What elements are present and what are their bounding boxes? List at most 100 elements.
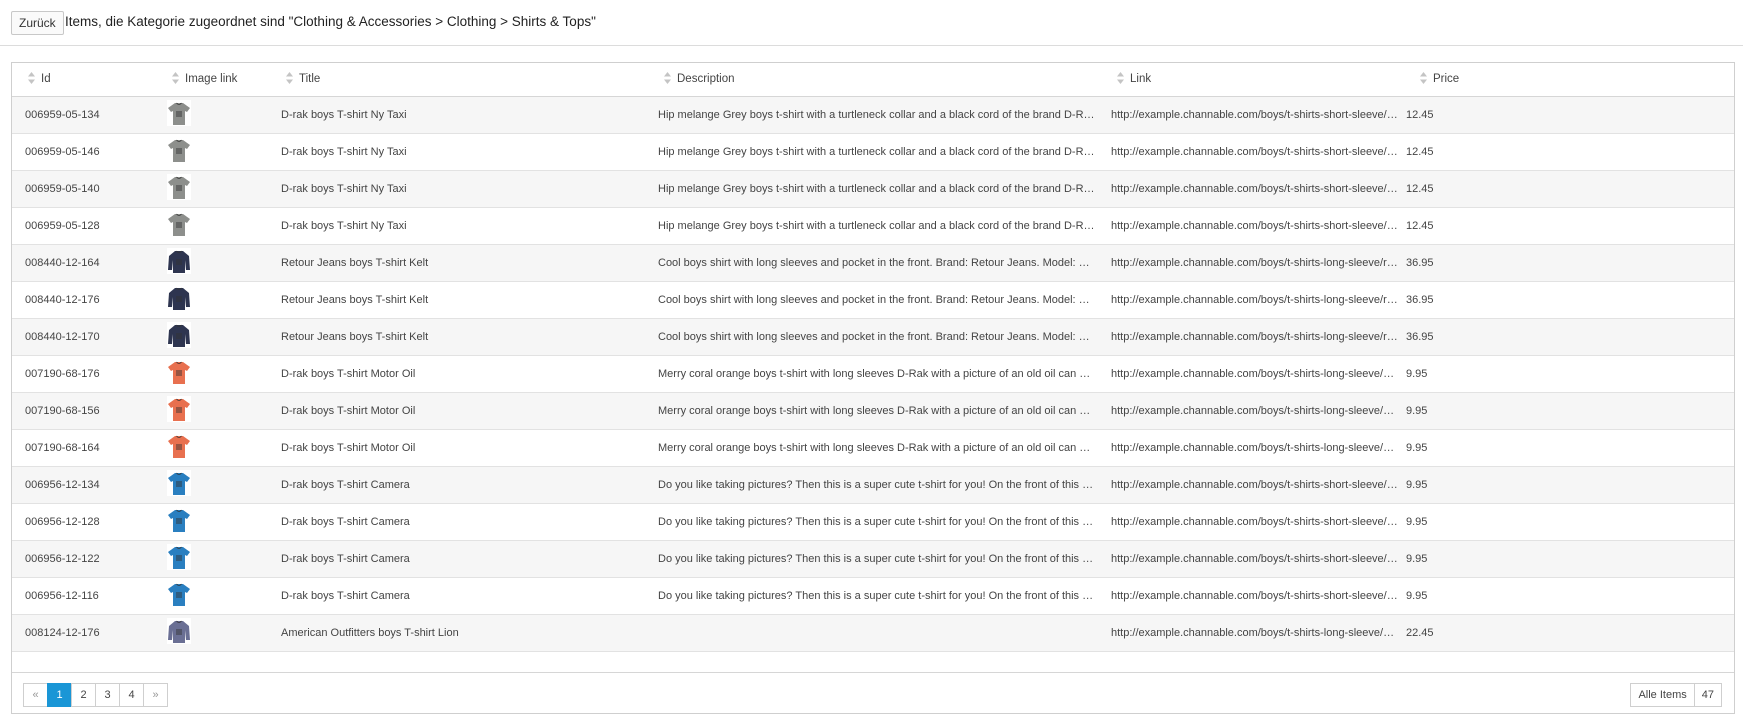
cell-title: D-rak boys T-shirt Camera: [281, 478, 410, 491]
cell-link[interactable]: http://example.channable.com/boys/t-shir…: [1101, 503, 1404, 540]
cell-id: 006956-12-116: [25, 589, 99, 602]
cell-id: 008440-12-176: [25, 293, 100, 306]
sort-icon: [664, 72, 671, 85]
cell-description: Merry coral orange boys t-shirt with lon…: [658, 441, 1101, 454]
cell-description: Do you like taking pictures? Then this i…: [658, 515, 1101, 528]
column-label: Title: [299, 73, 321, 86]
cell-link[interactable]: http://example.channable.com/boys/t-shir…: [1101, 318, 1404, 355]
column-header-image-link[interactable]: Image link: [156, 63, 270, 97]
column-header-description[interactable]: Description: [648, 63, 1101, 97]
table-header-row: Id Image link Title Description Link Pri…: [12, 63, 1734, 97]
cell-link[interactable]: http://example.channable.com/boys/t-shir…: [1101, 429, 1404, 466]
cell-description: Cool boys shirt with long sleeves and po…: [658, 330, 1101, 343]
pagination-prev-button[interactable]: «: [23, 683, 48, 707]
product-thumbnail-icon[interactable]: [167, 248, 191, 274]
back-button[interactable]: Zurück: [11, 11, 64, 35]
product-thumbnail-icon[interactable]: [167, 359, 191, 385]
cell-link[interactable]: http://example.channable.com/boys/t-shir…: [1101, 614, 1404, 651]
pagination-page-4[interactable]: 4: [119, 683, 144, 707]
table-row[interactable]: 006956-12-122 D-rak boys T-shirt Camera Do…: [12, 540, 1734, 577]
cell-id: 006956-12-134: [25, 478, 100, 491]
pagination-next-button[interactable]: »: [143, 683, 168, 707]
column-label: Image link: [185, 73, 238, 86]
product-thumbnail-icon[interactable]: [167, 137, 191, 163]
cell-link[interactable]: http://example.channable.com/boys/t-shir…: [1101, 207, 1404, 244]
table-row[interactable]: 006956-12-134 D-rak boys T-shirt Camera Do…: [12, 466, 1734, 503]
table-row[interactable]: 006956-12-128 D-rak boys T-shirt Camera Do…: [12, 503, 1734, 540]
table-row[interactable]: 008440-12-176 Retour Jeans boys T-shirt K…: [12, 281, 1734, 318]
table-row[interactable]: 006959-05-128 D-rak boys T-shirt Ny Taxi H…: [12, 207, 1734, 244]
table-row[interactable]: 008124-12-176 American Outfitters boys T-…: [12, 614, 1734, 651]
product-thumbnail-icon[interactable]: [167, 322, 191, 348]
cell-title: American Outfitters boys T-shirt Lion: [281, 626, 459, 639]
pagination-page-1[interactable]: 1: [47, 683, 72, 707]
table-row[interactable]: 006959-05-134 D-rak boys T-shirt Ny Taxi H…: [12, 96, 1734, 133]
cell-price: 36.95: [1406, 330, 1434, 343]
all-items-button[interactable]: Alle Items: [1631, 684, 1695, 706]
cell-price: 12.45: [1406, 108, 1434, 121]
cell-image: [156, 614, 270, 651]
page-title: Items, die Kategorie zugeordnet sind "Cl…: [65, 14, 596, 29]
cell-price: 12.45: [1406, 145, 1434, 158]
cell-link[interactable]: http://example.channable.com/boys/t-shir…: [1101, 244, 1404, 281]
cell-link[interactable]: http://example.channable.com/boys/t-shir…: [1101, 540, 1404, 577]
cell-id: 006959-05-146: [25, 145, 100, 158]
items-panel: Id Image link Title Description Link Pri…: [11, 62, 1735, 714]
product-thumbnail-icon[interactable]: [167, 285, 191, 311]
cell-link[interactable]: http://example.channable.com/boys/t-shir…: [1101, 133, 1404, 170]
cell-link[interactable]: http://example.channable.com/boys/t-shir…: [1101, 96, 1404, 133]
pagination-page-3[interactable]: 3: [95, 683, 120, 707]
sort-icon: [1420, 72, 1427, 85]
cell-title: D-rak boys T-shirt Motor Oil: [281, 404, 416, 417]
column-header-id[interactable]: Id: [12, 63, 156, 97]
cell-title: D-rak boys T-shirt Ny Taxi: [281, 145, 407, 158]
cell-price: 9.95: [1406, 404, 1428, 417]
product-thumbnail-icon[interactable]: [167, 507, 191, 533]
column-label: Description: [677, 73, 735, 86]
table-row[interactable]: 008440-12-164 Retour Jeans boys T-shirt K…: [12, 244, 1734, 281]
product-thumbnail-icon[interactable]: [167, 470, 191, 496]
cell-description: [648, 614, 1101, 651]
column-header-link[interactable]: Link: [1101, 63, 1404, 97]
cell-title: Retour Jeans boys T-shirt Kelt: [281, 293, 429, 306]
cell-image: [156, 133, 270, 170]
product-thumbnail-icon[interactable]: [167, 618, 191, 644]
sort-icon: [1117, 72, 1124, 85]
product-thumbnail-icon[interactable]: [167, 396, 191, 422]
cell-link[interactable]: http://example.channable.com/boys/t-shir…: [1101, 170, 1404, 207]
cell-description: Do you like taking pictures? Then this i…: [658, 478, 1101, 491]
table-row[interactable]: 007190-68-156 D-rak boys T-shirt Motor Oi…: [12, 392, 1734, 429]
pagination-page-2[interactable]: 2: [71, 683, 96, 707]
cell-link[interactable]: http://example.channable.com/boys/t-shir…: [1101, 355, 1404, 392]
cell-price: 9.95: [1406, 589, 1428, 602]
cell-description: Do you like taking pictures? Then this i…: [658, 589, 1101, 602]
page-header: Zurück Items, die Kategorie zugeordnet s…: [0, 0, 1743, 46]
cell-image: [156, 207, 270, 244]
table-row[interactable]: 007190-68-176 D-rak boys T-shirt Motor Oi…: [12, 355, 1734, 392]
cell-image: [156, 96, 270, 133]
table-row[interactable]: 008440-12-170 Retour Jeans boys T-shirt K…: [12, 318, 1734, 355]
cell-link[interactable]: http://example.channable.com/boys/t-shir…: [1101, 281, 1404, 318]
cell-link[interactable]: http://example.channable.com/boys/t-shir…: [1101, 577, 1404, 614]
table-row[interactable]: 007190-68-164 D-rak boys T-shirt Motor Oi…: [12, 429, 1734, 466]
cell-title: D-rak boys T-shirt Camera: [281, 589, 410, 602]
product-thumbnail-icon[interactable]: [167, 100, 191, 126]
table-row[interactable]: 006959-05-140 D-rak boys T-shirt Ny Taxi H…: [12, 170, 1734, 207]
cell-title: D-rak boys T-shirt Ny Taxi: [281, 182, 407, 195]
product-thumbnail-icon[interactable]: [167, 174, 191, 200]
product-thumbnail-icon[interactable]: [167, 544, 191, 570]
column-label: Link: [1130, 73, 1152, 86]
column-header-price[interactable]: Price: [1404, 63, 1734, 97]
cell-description: Cool boys shirt with long sleeves and po…: [658, 293, 1101, 306]
table-row[interactable]: 006956-12-116 D-rak boys T-shirt Camera Do…: [12, 577, 1734, 614]
product-thumbnail-icon[interactable]: [167, 581, 191, 607]
table-row[interactable]: 006959-05-146 D-rak boys T-shirt Ny Taxi H…: [12, 133, 1734, 170]
cell-link[interactable]: http://example.channable.com/boys/t-shir…: [1101, 392, 1404, 429]
sort-icon: [28, 72, 35, 85]
product-thumbnail-icon[interactable]: [167, 211, 191, 237]
cell-link[interactable]: http://example.channable.com/boys/t-shir…: [1101, 466, 1404, 503]
product-thumbnail-icon[interactable]: [167, 433, 191, 459]
cell-image: [156, 392, 270, 429]
cell-price: 12.45: [1406, 182, 1434, 195]
column-header-title[interactable]: Title: [270, 63, 648, 97]
